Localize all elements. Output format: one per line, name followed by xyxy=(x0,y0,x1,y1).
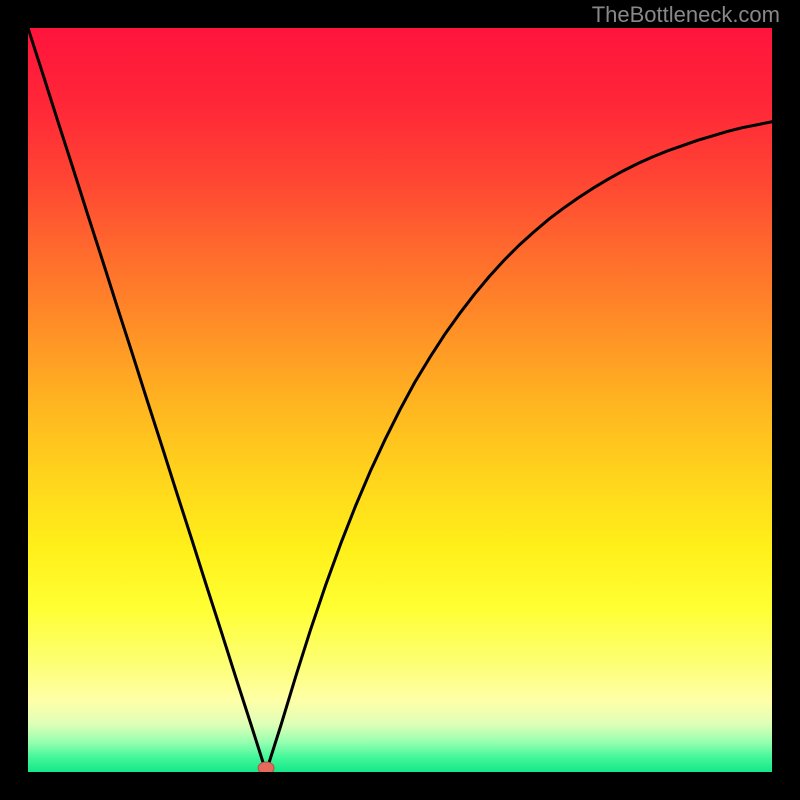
watermark-text: TheBottleneck.com xyxy=(592,2,780,28)
chart-frame: TheBottleneck.com xyxy=(0,0,800,800)
gradient-background xyxy=(28,28,772,772)
bottleneck-chart xyxy=(28,28,772,772)
optimal-point-marker xyxy=(258,762,274,772)
